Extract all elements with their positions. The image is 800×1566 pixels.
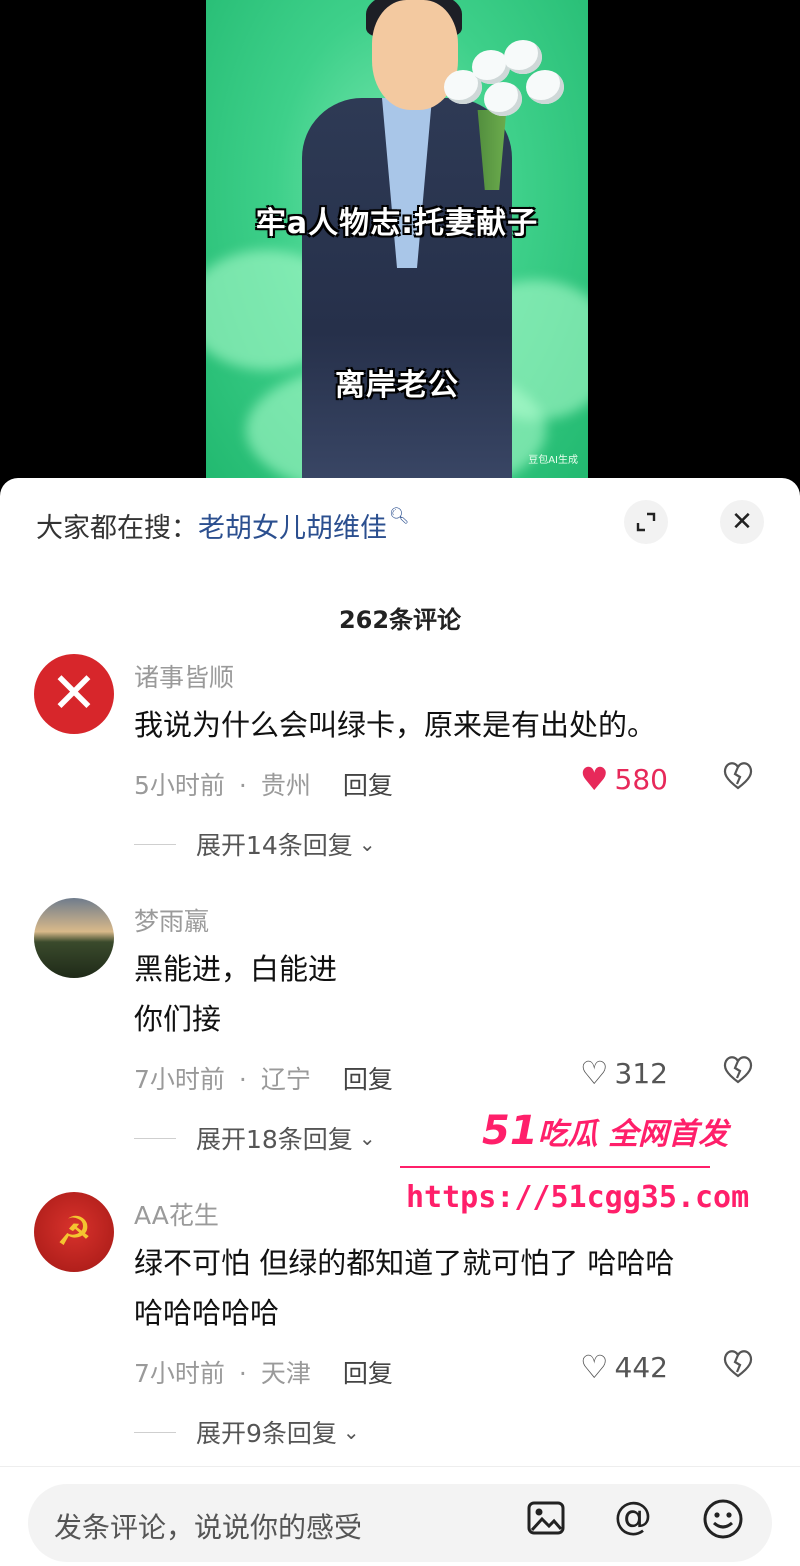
reply-button[interactable]: 回复 [343, 1359, 393, 1388]
comment-text-line-2: 你们接 [134, 1002, 222, 1036]
expand-sheet-button[interactable] [624, 500, 668, 544]
heart-filled-icon: ♥ [579, 760, 609, 798]
watermark-url: https://51cgg35.com [406, 1180, 750, 1215]
comment-text-line-2: 哈哈哈哈哈 [134, 1296, 280, 1330]
chevron-down-icon: ⌄ [358, 1126, 376, 1150]
flower-bouquet [444, 40, 564, 130]
ai-generated-mark: 豆包AI生成 [528, 455, 578, 466]
comment-location: 贵州 [260, 771, 311, 800]
comment-input-bar[interactable]: 发条评论，说说你的感受 @ [28, 1484, 772, 1562]
smiley-icon [703, 1499, 743, 1539]
comment-text: 我说为什么会叫绿卡，原来是有出处的。 [134, 708, 657, 742]
comment-username[interactable]: 诸事皆顺 [134, 658, 234, 694]
mention-button[interactable]: @ [614, 1494, 652, 1538]
emoji-button[interactable] [702, 1498, 744, 1549]
like-button[interactable]: ♡ 442 [580, 1348, 668, 1386]
expand-replies-button[interactable]: 展开9条回复 ⌄ [134, 1414, 360, 1450]
comment-time: 5小时前 [134, 771, 225, 800]
video-caption-subtitle: 离岸老公 [335, 368, 459, 403]
broken-heart-icon [723, 1056, 753, 1084]
hammer-sickle-icon: ☭ [56, 1209, 92, 1255]
broken-heart-icon [723, 762, 753, 790]
video-player[interactable]: 牢a人物志:托妻献子 离岸老公 豆包AI生成 [0, 0, 800, 490]
video-caption-title: 牢a人物志:托妻献子 [255, 206, 539, 241]
comment-meta: 7小时前 · 天津 回复 [134, 1359, 393, 1388]
dislike-button[interactable] [722, 1348, 754, 1386]
x-icon: ✕ [50, 661, 98, 726]
search-icon: 🔍︎ [389, 506, 410, 525]
like-count: 312 [614, 1056, 668, 1090]
comment-time: 7小时前 [134, 1359, 225, 1388]
close-icon: ✕ [731, 507, 753, 537]
trending-search-prefix: 大家都在搜： [36, 513, 198, 544]
comment-meta: 7小时前 · 辽宁 回复 [134, 1065, 393, 1094]
image-button[interactable] [526, 1498, 566, 1547]
like-button[interactable]: ♥ 580 [580, 760, 668, 798]
chevron-down-icon: ⌄ [358, 832, 376, 856]
expand-replies-button[interactable]: 展开18条回复 ⌄ [134, 1120, 376, 1156]
comment-count: 262条评论 [338, 606, 462, 634]
close-button[interactable]: ✕ [720, 500, 764, 544]
like-button[interactable]: ♡ 312 [580, 1054, 668, 1092]
comment-text-line-1: 绿不可怕 但绿的都知道了就可怕了 哈哈哈 [134, 1246, 675, 1280]
reply-button[interactable]: 回复 [343, 1065, 393, 1094]
heart-outline-icon: ♡ [579, 1054, 609, 1092]
like-count: 580 [614, 762, 668, 796]
at-icon: @ [614, 1494, 652, 1538]
video-frame[interactable]: 牢a人物志:托妻献子 离岸老公 豆包AI生成 [206, 0, 588, 478]
avatar[interactable]: ✕ [34, 654, 114, 734]
comment-sheet: 大家都在搜：老胡女儿胡维佳 🔍︎ ✕ 262条评论 ✕ 诸事皆顺 我说为什么会叫绿… [0, 478, 800, 1566]
comment-username[interactable]: 梦雨羸 [134, 902, 209, 938]
comment-time: 7小时前 [134, 1065, 225, 1094]
like-count: 442 [614, 1350, 668, 1384]
avatar[interactable] [34, 898, 114, 978]
broken-heart-icon [723, 1350, 753, 1378]
heart-outline-icon: ♡ [579, 1348, 609, 1386]
expand-replies-button[interactable]: 展开14条回复 ⌄ [134, 826, 376, 862]
dislike-button[interactable] [722, 1054, 754, 1092]
comment-input[interactable]: 发条评论，说说你的感受 [54, 1506, 362, 1546]
comment-text-line-1: 黑能进，白能进 [134, 952, 338, 986]
watermark-brand: 51吃瓜 全网首发 [482, 1108, 729, 1154]
comment-location: 天津 [260, 1359, 311, 1388]
image-icon [527, 1501, 565, 1535]
trending-search[interactable]: 大家都在搜：老胡女儿胡维佳 🔍︎ [36, 506, 409, 545]
chevron-down-icon: ⌄ [342, 1420, 360, 1444]
site-watermark: 51吃瓜 全网首发 https://51cgg35.com [400, 1108, 749, 1218]
comment-username[interactable]: AA花生 [134, 1196, 219, 1232]
reply-button[interactable]: 回复 [343, 771, 393, 800]
trending-search-keyword[interactable]: 老胡女儿胡维佳 [198, 513, 387, 544]
avatar[interactable]: ☭ [34, 1192, 114, 1272]
expand-icon [636, 512, 656, 532]
comment-location: 辽宁 [260, 1065, 311, 1094]
comment-meta: 5小时前 · 贵州 回复 [134, 771, 393, 800]
dislike-button[interactable] [722, 760, 754, 798]
